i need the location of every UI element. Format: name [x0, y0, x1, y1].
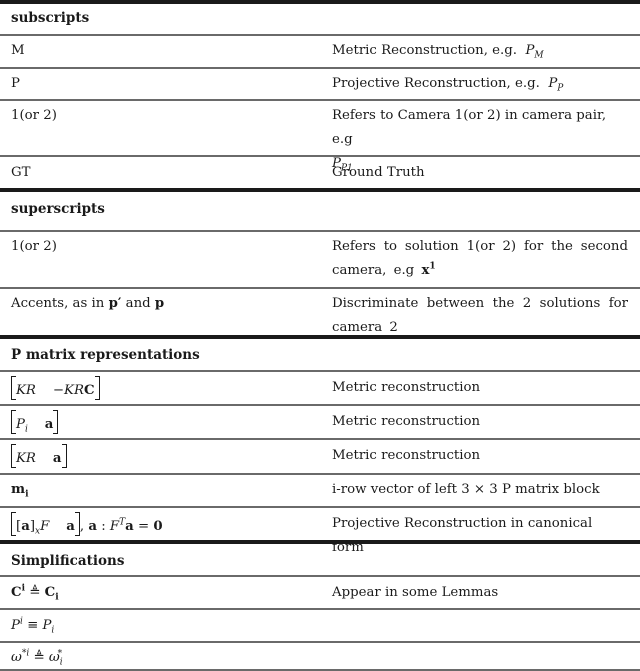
math-operator: ≜: [25, 585, 45, 600]
math-symbol: a: [125, 519, 134, 534]
math-symbol: a: [21, 519, 30, 534]
section-title: Simplifications: [11, 553, 125, 569]
section-title: P matrix representations: [11, 347, 200, 363]
symbol-cell: Pi a: [11, 410, 311, 437]
row-divider: [0, 404, 640, 406]
math-subscript: i: [59, 657, 63, 668]
math-subscript: P: [557, 83, 564, 94]
math-subscript: i: [24, 424, 28, 435]
math-symbol: C: [83, 383, 95, 398]
top-rule: [0, 0, 640, 4]
math-superscript: *: [57, 648, 63, 659]
math-operator: ≜: [29, 650, 49, 665]
math-symbol: KR: [16, 383, 36, 398]
row-divider: [0, 370, 640, 372]
math-symbol: −KR: [52, 383, 84, 398]
bottom-rule: [0, 669, 640, 671]
math-subscript: i: [51, 625, 55, 636]
symbol-text: Accents, as in: [11, 296, 105, 311]
symbol-cell: GT: [11, 165, 31, 180]
section-rule: [0, 540, 640, 544]
math-operator: ≡: [22, 618, 43, 633]
math-punct: :: [96, 519, 110, 534]
math-symbol: P: [11, 618, 20, 633]
description-cell: Discriminate between the 2 solutions for…: [332, 296, 628, 335]
math-symbol: a: [88, 519, 97, 534]
section-title: subscripts: [11, 10, 90, 26]
symbol-cell: KR a: [11, 444, 311, 471]
row-divider: [0, 287, 640, 289]
description-text: Refers to solution 1(or 2) for the secon…: [332, 239, 628, 278]
symbol-text: and: [125, 296, 151, 311]
right-bracket: [61, 444, 67, 468]
symbol-cell: [a]xF a, a : FTa = 0: [11, 512, 311, 539]
section-rule: [0, 335, 640, 339]
row-divider: [0, 608, 640, 610]
math-symbol: m: [11, 482, 26, 497]
math-symbol: C: [11, 585, 22, 600]
math-symbol: p: [154, 296, 165, 311]
description-cell: Projective Reconstruction in canonical f…: [332, 516, 593, 555]
math-symbol: P: [548, 76, 558, 91]
math-symbol: F: [40, 519, 50, 534]
section-title: superscripts: [11, 201, 105, 217]
symbol-cell: 1(or 2): [11, 108, 57, 123]
math-subscript: i: [55, 592, 59, 603]
symbol-cell: KR −KRC: [11, 376, 311, 403]
math-punct: =: [133, 519, 154, 534]
symbol-cell: Accents, as in p′ and p: [11, 292, 311, 316]
row-divider: [0, 99, 640, 101]
math-symbol: F: [109, 519, 120, 534]
row-divider: [0, 506, 640, 508]
symbol-cell: ω*i ≜ ωi*: [11, 646, 311, 670]
math-symbol: a: [44, 417, 54, 432]
description-cell: Metric reconstruction: [332, 448, 481, 463]
description-cell: Metric Reconstruction, e.g. PM: [332, 39, 628, 63]
row-divider: [0, 641, 640, 643]
left-bracket: [11, 512, 16, 536]
row-divider: [0, 67, 640, 69]
row-divider: [0, 34, 640, 36]
symbol-cell: Pi ≡ Pi: [11, 614, 311, 638]
math-symbol: 0: [153, 519, 163, 534]
row-divider: [0, 473, 640, 475]
section-rule: [0, 188, 640, 192]
symbol-cell: mi: [11, 478, 311, 502]
math-superscript: 1: [429, 261, 436, 272]
math-symbol: ω: [11, 650, 22, 665]
symbol-cell: 1(or 2): [11, 239, 57, 254]
row-divider: [0, 575, 640, 577]
math-symbol: a: [52, 451, 62, 466]
description-cell: Refers to solution 1(or 2) for the secon…: [332, 235, 628, 283]
row-divider: [0, 438, 640, 440]
row-divider: [0, 155, 640, 157]
math-symbol: C: [44, 585, 56, 600]
description-cell: Projective Reconstruction, e.g. PP: [332, 72, 628, 96]
symbol-cell: M: [11, 43, 25, 58]
math-symbol: KR: [16, 451, 36, 466]
math-subscript: M: [534, 50, 544, 61]
row-divider: [0, 230, 640, 232]
math-symbol: P: [16, 417, 25, 432]
description-text: Refers to Camera 1(or 2) in camera pair,…: [332, 108, 607, 147]
description-cell: Metric reconstruction: [332, 414, 481, 429]
symbol-cell: P: [11, 76, 20, 91]
description-text: Projective Reconstruction, e.g.: [332, 76, 540, 91]
description-cell: Ground Truth: [332, 165, 425, 180]
math-symbol: a: [66, 519, 75, 534]
symbol-cell: Ci ≜ Ci: [11, 581, 311, 605]
math-subscript: i: [25, 489, 29, 500]
right-bracket: [94, 376, 100, 400]
description-text: Metric Reconstruction, e.g.: [332, 43, 517, 58]
right-bracket: [53, 410, 59, 434]
description-cell: i-row vector of left 3 × 3 P matrix bloc…: [332, 482, 600, 497]
description-cell: Metric reconstruction: [332, 380, 481, 395]
description-cell: Appear in some Lemmas: [332, 585, 499, 600]
math-symbol: p′: [108, 296, 122, 311]
